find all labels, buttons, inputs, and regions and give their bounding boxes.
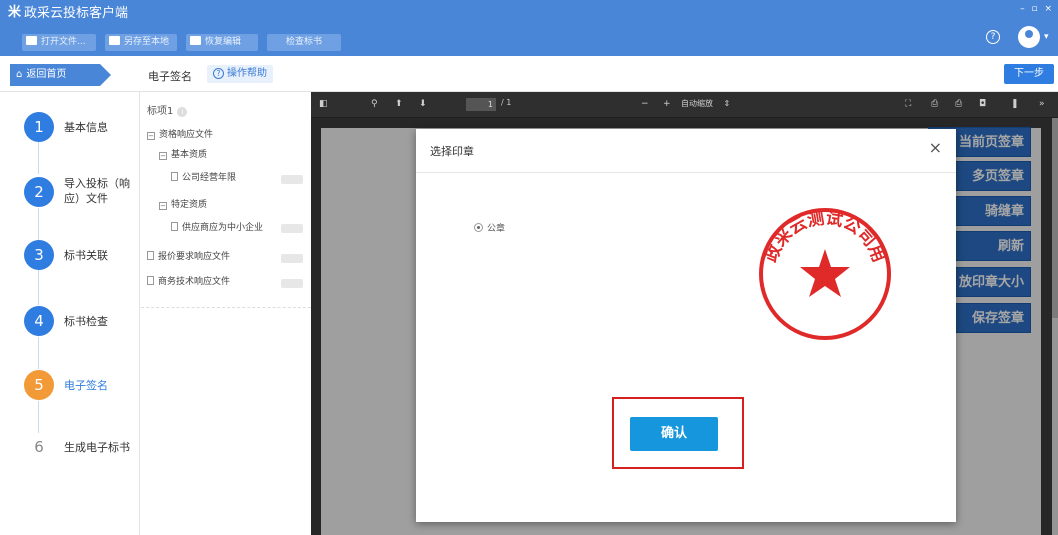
tree-divider xyxy=(141,307,311,308)
bookmark-icon[interactable]: ❚ xyxy=(1011,98,1019,111)
next-page-icon[interactable]: ⬇ xyxy=(419,98,427,111)
status-tag xyxy=(281,224,303,233)
section-title: 电子签名 xyxy=(148,70,192,83)
fullscreen-icon[interactable]: ⛶ xyxy=(905,98,911,111)
status-tag xyxy=(281,254,303,263)
step-label: 基本信息 xyxy=(64,121,108,134)
search-icon[interactable]: ⚲ xyxy=(371,98,378,111)
close-icon[interactable]: × xyxy=(929,140,942,156)
zoom-out-icon[interactable]: − xyxy=(641,98,649,111)
viewer-toolbar: ◧ ⚲ ⬆ ⬇ 1 / 1 − + 自动缩放 ⇕ ⛶ ⎙ ⎙ ◘ ❚ » xyxy=(311,92,1058,118)
tree-node[interactable]: − 基本资质 xyxy=(159,147,207,163)
folder-icon xyxy=(26,36,37,45)
select-caret-icon: ⇕ xyxy=(723,99,731,108)
step-label: 标书检查 xyxy=(64,315,108,328)
selected-item: 报价要求响应文件 xyxy=(158,252,231,262)
select-seal-dialog: 选择印章 × 公章 政采云测试公司用 确认 xyxy=(416,129,956,522)
page-number-input[interactable]: 1 xyxy=(466,98,496,111)
confirm-button[interactable]: 确认 xyxy=(630,417,718,451)
app-logo: 米 xyxy=(8,5,22,20)
page-count: / 1 xyxy=(501,98,512,107)
restore-edit-button[interactable]: 恢复编辑 xyxy=(186,34,258,51)
zoom-select[interactable]: 自动缩放 ⇕ xyxy=(681,98,741,111)
step-label: 电子签名 xyxy=(64,379,108,392)
print-icon[interactable]: ⎙ xyxy=(955,98,962,111)
collapse-icon[interactable]: − xyxy=(147,132,155,140)
tree-leaf[interactable]: 报价要求响应文件 xyxy=(147,249,230,265)
document-icon xyxy=(147,276,154,285)
user-avatar-icon[interactable] xyxy=(1018,26,1040,48)
document-icon xyxy=(171,222,178,231)
sidebar-toggle-icon[interactable]: ◧ xyxy=(319,98,328,111)
nav-bar: ⌂ 返回首页 电子签名 ? 操作帮助 下一步 xyxy=(0,56,1058,92)
help-icon[interactable]: ? xyxy=(986,30,1000,44)
company-seal-image[interactable]: 政采云测试公司用 xyxy=(750,199,900,349)
document-icon xyxy=(171,172,178,181)
radio-selected-icon[interactable] xyxy=(474,223,483,232)
tree-leaf[interactable]: 商务技术响应文件 xyxy=(147,274,230,290)
download-icon[interactable]: ◘ xyxy=(979,98,986,111)
save-local-button[interactable]: 另存至本地 xyxy=(105,34,177,51)
step-number: 2 xyxy=(24,177,54,207)
step-connector xyxy=(38,269,39,305)
chevron-down-icon[interactable]: ▾ xyxy=(1044,32,1049,42)
dialog-title: 选择印章 xyxy=(430,145,474,158)
step-connector xyxy=(38,401,39,433)
document-icon xyxy=(147,251,154,260)
zoom-in-icon[interactable]: + xyxy=(663,98,671,111)
tree-leaf[interactable]: 公司经营年限 xyxy=(171,170,236,186)
collapse-icon[interactable]: − xyxy=(159,202,167,210)
dialog-header: 选择印章 × xyxy=(416,129,956,173)
step-label: 导入投标（响应）文件 xyxy=(64,177,130,205)
info-icon: i xyxy=(177,107,188,117)
open-file-icon[interactable]: ⎙ xyxy=(931,98,938,111)
next-step-button[interactable]: 下一步 xyxy=(1004,64,1054,84)
status-tag xyxy=(281,279,303,288)
tree-title: 标项1 i xyxy=(147,102,188,117)
tree-node[interactable]: − 特定资质 xyxy=(159,197,207,213)
step-connector xyxy=(38,142,39,174)
more-tools-icon[interactable]: » xyxy=(1039,98,1045,111)
step-number: 4 xyxy=(24,306,54,336)
document-tree: 标项1 i − 资格响应文件 − 基本资质 公司经营年限 − 特定资质 供应商应为中小企… xyxy=(141,92,311,535)
step-number: 5 xyxy=(24,370,54,400)
steps-sidebar: 1 基本信息 2 导入投标（响应）文件 3 标书关联 4 标书检查 5 电子签名… xyxy=(0,92,140,535)
check-bid-button[interactable]: 检查标书 xyxy=(267,34,341,51)
back-home-button[interactable]: ⌂ 返回首页 xyxy=(10,64,111,86)
step-label: 生成电子标书 xyxy=(64,441,130,454)
collapse-icon[interactable]: − xyxy=(159,152,167,160)
seal-option[interactable]: 公章 xyxy=(474,221,505,234)
app-title: 政采云投标客户端 xyxy=(24,6,129,21)
home-icon: ⌂ xyxy=(16,69,23,80)
question-icon: ? xyxy=(213,68,224,79)
save-icon xyxy=(109,36,120,45)
open-file-button[interactable]: 打开文件... xyxy=(22,34,96,51)
edit-icon xyxy=(190,36,201,45)
status-tag xyxy=(281,175,303,184)
step-number: 3 xyxy=(24,240,54,270)
operation-help-link[interactable]: ? 操作帮助 xyxy=(207,65,273,83)
title-bar: 米 政采云投标客户端 打开文件... 另存至本地 恢复编辑 检查标书 – ▫ ×… xyxy=(0,0,1058,56)
step-connector xyxy=(38,337,39,369)
previous-page-icon[interactable]: ⬆ xyxy=(395,98,403,111)
step-number: 1 xyxy=(24,112,54,142)
step-connector xyxy=(38,208,39,240)
step-label: 标书关联 xyxy=(64,249,108,262)
window-controls[interactable]: – ▫ × xyxy=(1020,4,1054,14)
step-number: 6 xyxy=(34,438,44,456)
tree-leaf[interactable]: 供应商应为中小企业 xyxy=(171,220,263,236)
tree-node[interactable]: − 资格响应文件 xyxy=(147,127,213,143)
